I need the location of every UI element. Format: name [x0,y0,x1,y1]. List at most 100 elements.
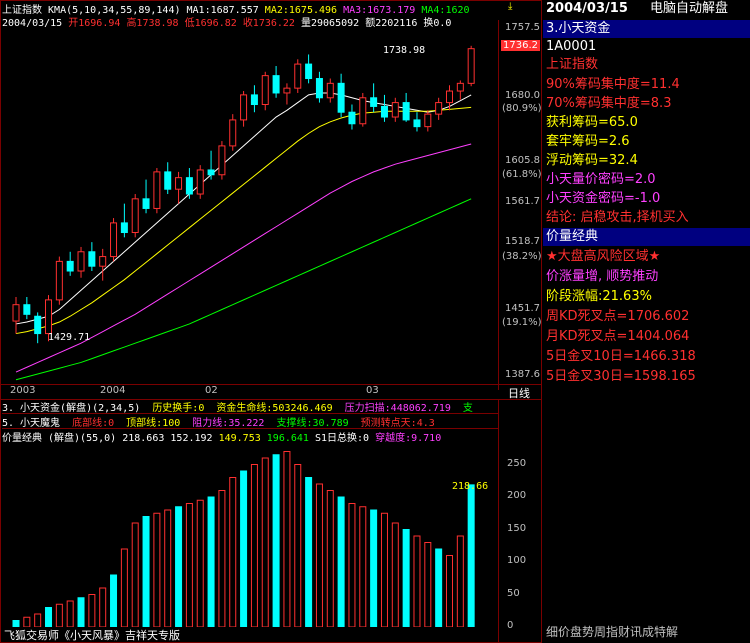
price-tick: 1757.5 [505,22,540,33]
volume-bar [45,607,53,627]
volume-bar [294,464,302,627]
candle-body[interactable] [142,198,150,209]
candle-body[interactable] [445,90,453,104]
candle-body[interactable] [131,198,139,234]
mogui-top: 顶部线:100 [126,418,181,429]
candle-body[interactable] [359,97,367,125]
section-header-jiliang[interactable]: 价量经典 [543,228,750,246]
candle-body[interactable] [435,102,443,115]
volume-bar [88,594,96,627]
candle-body[interactable] [272,75,280,94]
price-chart[interactable] [2,28,498,384]
price-tick: 1451.7 [505,303,540,314]
volume-bar [250,464,258,627]
volume-bar [196,499,204,627]
volume-bar [229,477,237,627]
candle-body[interactable] [261,75,269,106]
sidebar-line: 阶段涨幅:21.63% [546,289,652,304]
sidebar-line: 结论: 启稳攻击,择机买入 [546,210,689,225]
ma-line-4 [15,198,472,381]
candle-body[interactable] [413,119,421,128]
candle-body[interactable] [110,222,118,258]
volume-bar [142,516,150,627]
volume-bar [131,522,139,627]
sidebar-line: 小天资金密码=-1.0 [546,191,661,206]
candle-body[interactable] [218,145,226,176]
candle-body[interactable] [34,315,42,335]
chevron-down-icon[interactable]: ⤓ [508,1,512,12]
candle-body[interactable] [337,82,345,113]
volume-bar [424,542,432,627]
candle-body[interactable] [164,171,172,190]
volume-bar [99,587,107,627]
candle-body[interactable] [348,111,356,125]
sidebar-title: 电脑自动解盘 [650,1,729,16]
price-tick: 1387.6 [505,369,540,380]
sidebar-line: 小天量价密码=2.0 [546,172,656,187]
header-high: 高1738.98 [126,18,179,28]
candle-body[interactable] [370,97,378,107]
candle-body[interactable] [467,48,475,84]
candle-body[interactable] [424,113,432,128]
current-price-tag: 1736.2 [501,40,540,51]
candle-body[interactable] [55,260,63,301]
candle-body[interactable] [380,105,388,118]
section-header-zijin[interactable]: 3.小天资金 [543,20,750,38]
candle-body[interactable] [326,82,334,99]
candle-body[interactable] [456,82,464,92]
volume-bar [55,603,63,627]
vol-v2: 152.192 [170,433,213,443]
sidebar-line: 获利筹码=65.0 [546,115,638,130]
volume-bar [348,503,356,627]
candle-body[interactable] [196,169,204,195]
volume-bar [218,490,226,627]
candle-body[interactable] [175,177,183,190]
volume-bar [326,490,334,627]
candle-body[interactable] [12,304,20,322]
candle-body[interactable] [229,119,237,147]
volume-chart[interactable]: 218.66 [2,445,498,627]
header-low: 低1696.82 [184,18,237,28]
vol-v5: S1日总换:0 [314,433,370,443]
candle-body[interactable] [23,304,31,315]
candle-body[interactable] [66,260,74,272]
candle-body[interactable] [283,87,291,94]
chart-header-row2: 2004/03/15 开1696.94 高1738.98 低1696.82 收1… [2,14,502,28]
sidebar-ticker[interactable]: 细价盘势周指财讯成特解 [543,623,750,641]
vol-tick: 200 [507,490,527,501]
candle-body[interactable] [185,177,193,195]
candle-body[interactable] [207,169,215,176]
low-annotation: 1429.71 [48,332,91,343]
candle-body[interactable] [294,63,302,89]
candle-body[interactable] [45,299,53,335]
candle-body[interactable] [99,256,107,267]
time-label: 2004 [100,385,126,396]
volume-bar [315,483,323,627]
zijin-pressure: 压力扫描:448062.719 [344,403,451,414]
candle-body[interactable] [391,102,399,118]
candle-body[interactable] [250,94,258,106]
vol-label: 价量经典 (解盘)(55,0) [2,433,117,443]
sidebar-line: 5日金叉30日=1598.165 [546,369,696,384]
indicator-row-mogui[interactable]: 5. 小天魔鬼 底部线:0 顶部线:100 阻力线:35.222 支撑线:30.… [2,414,498,429]
volume-axis [498,399,543,643]
candle-body[interactable] [77,251,85,272]
candle-body[interactable] [305,63,313,80]
vol-tick: 0 [507,620,514,631]
candle-body[interactable] [402,102,410,121]
candle-body[interactable] [153,171,161,209]
indicator-row-zijin[interactable]: 3. 小天资金(解盘)(2,34,5) 历史换手:0 资金生命线:503246.… [2,399,498,414]
vol-v4: 196.641 [266,433,309,443]
candle-body[interactable] [240,94,248,121]
candle-body[interactable] [120,222,128,234]
candle-body[interactable] [315,78,323,99]
sidebar-line: 浮动筹码=32.4 [546,153,638,168]
volume-bar [77,597,85,627]
candle-body[interactable] [88,251,96,267]
ma-line-1 [15,92,472,325]
zijin-support: 支 [462,403,473,414]
vol-tick: 250 [507,457,527,469]
volume-bar [110,574,118,627]
price-pct: (19.1%) [502,317,542,328]
volume-bar [305,477,313,627]
